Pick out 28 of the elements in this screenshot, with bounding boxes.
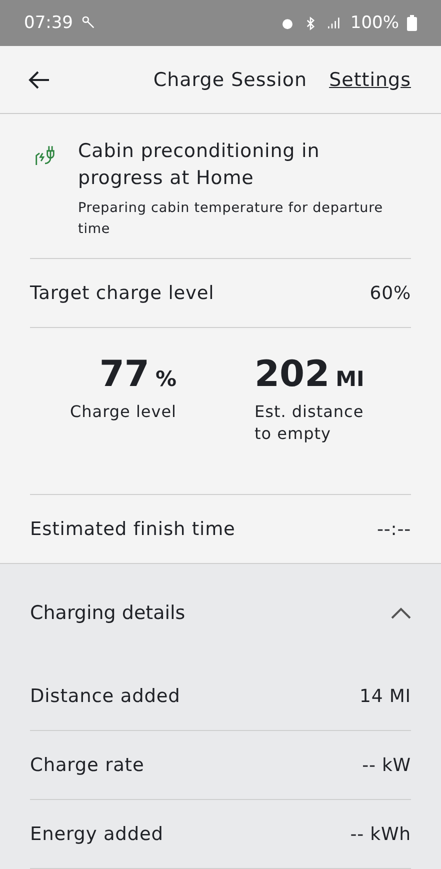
stat-unit: MI: [336, 367, 364, 391]
detail-value: -- kW: [362, 754, 411, 776]
detail-label: Energy added: [30, 824, 164, 844]
notice-title: Cabin preconditioning in progress at Home: [78, 139, 321, 191]
clock-time: 07:39: [24, 13, 73, 33]
page-title: Charge Session: [153, 68, 308, 90]
stat-label: Est. distance to empty: [254, 401, 364, 445]
notice-subtitle: Preparing cabin temperature for departure time: [78, 199, 384, 239]
detail-label: Charge rate: [30, 754, 144, 776]
stat-value: 77: [99, 354, 150, 395]
target-charge-label: Target charge level: [30, 282, 214, 304]
stat-value: 202: [254, 354, 330, 395]
finish-time-label: Estimated finish time: [30, 518, 236, 540]
settings-link[interactable]: Settings: [329, 68, 411, 90]
stat-unit: %: [155, 367, 176, 391]
signal-icon: [326, 15, 342, 31]
battery-percentage: 100%: [350, 13, 399, 33]
details-title: Charging details: [30, 602, 186, 624]
detail-value: -- kWh: [350, 824, 411, 844]
battery-icon: [407, 15, 417, 31]
finish-time-value: --:--: [376, 518, 411, 540]
detail-value: 14 MI: [360, 686, 411, 706]
chevron-icon[interactable]: [391, 607, 411, 619]
stat-label: Charge level: [70, 401, 176, 423]
detail-label: Distance added: [30, 686, 180, 706]
back-arrow-icon[interactable]: [28, 70, 50, 88]
target-charge-value: 60%: [370, 282, 411, 304]
key-icon: [81, 15, 97, 31]
